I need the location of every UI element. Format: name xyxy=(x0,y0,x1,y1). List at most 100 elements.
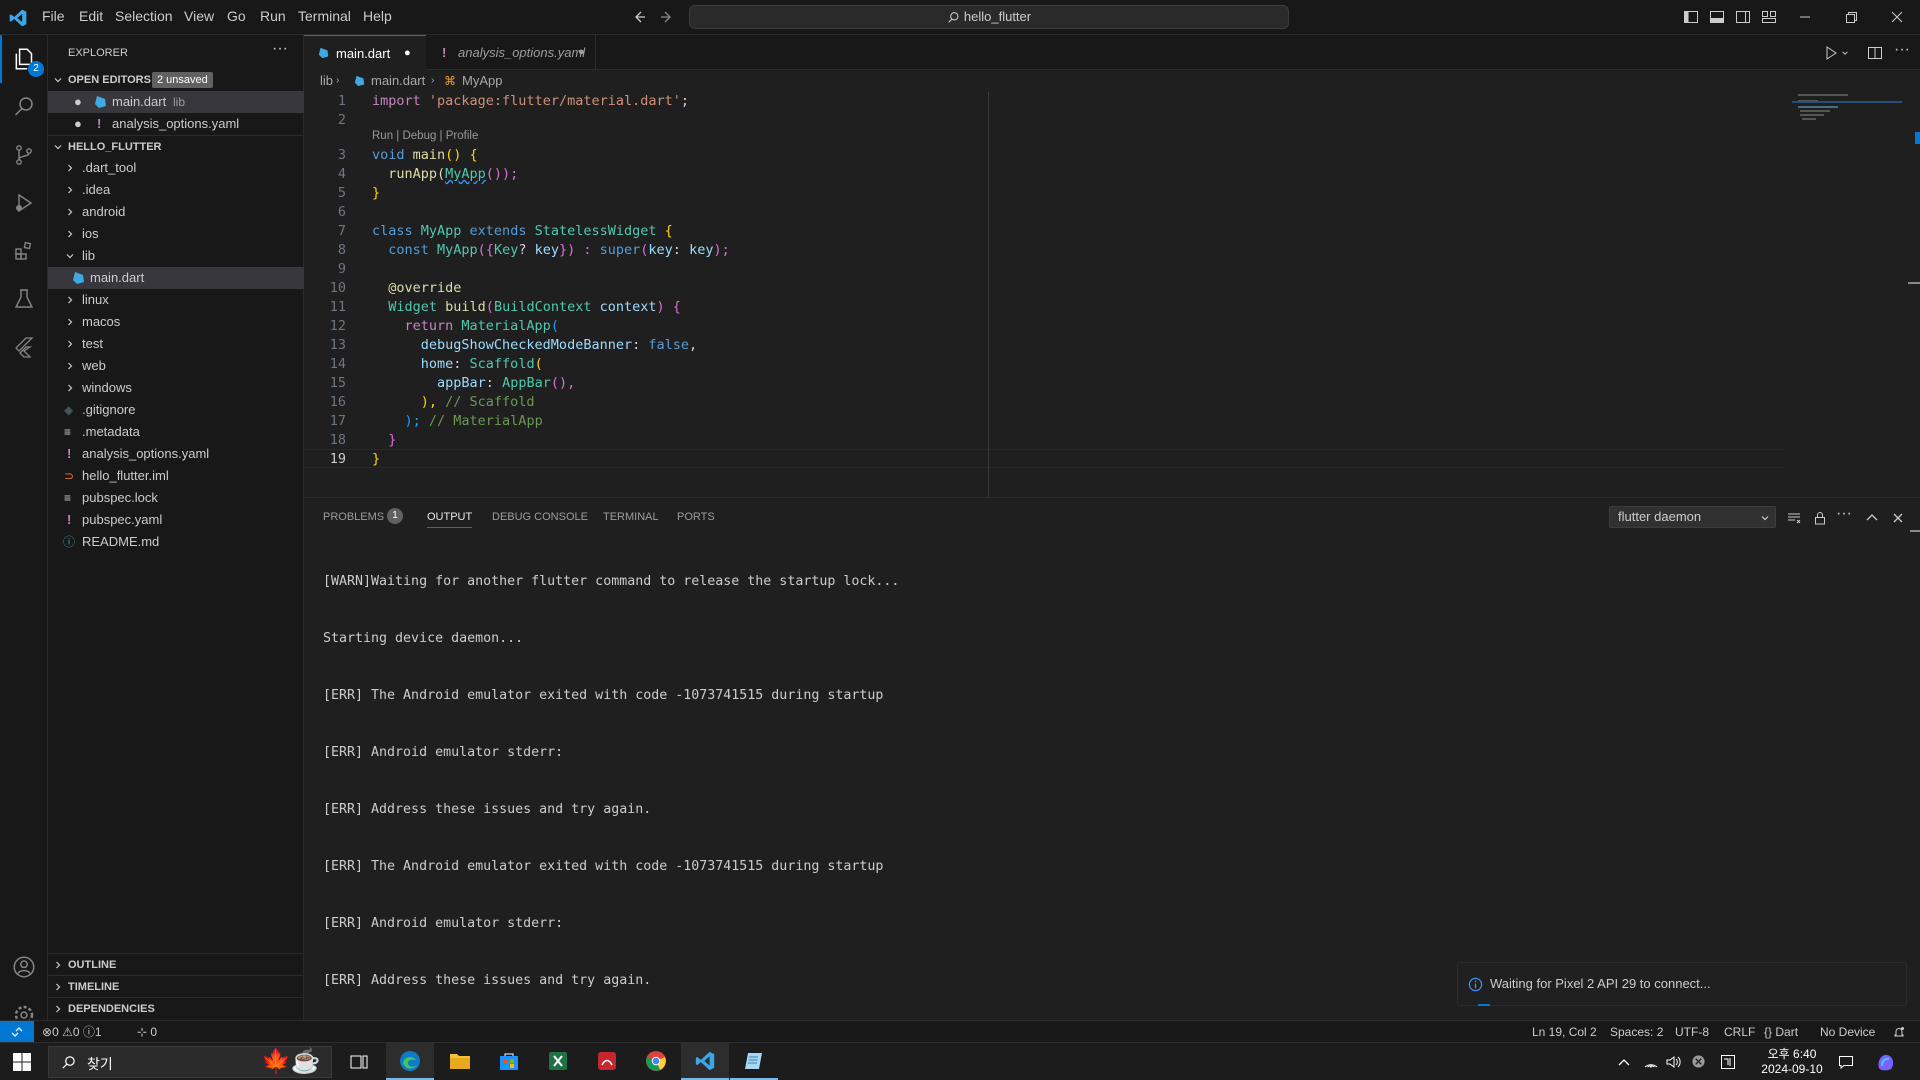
tree-item-dart-tool[interactable]: .dart_tool xyxy=(48,157,304,179)
output-log[interactable]: [WARN]Waiting for another flutter comman… xyxy=(323,534,899,1028)
clock-date[interactable]: 2024-09-10 xyxy=(1752,1062,1832,1076)
command-center-search[interactable]: hello_flutter xyxy=(689,5,1289,29)
taskbar-notes-app[interactable] xyxy=(730,1043,778,1080)
taskbar-edge[interactable] xyxy=(386,1043,434,1080)
volume-icon[interactable] xyxy=(1665,1054,1681,1070)
menu-run[interactable]: Run xyxy=(260,8,286,24)
tab-output[interactable]: OUTPUT xyxy=(427,511,473,528)
open-editor-analysis-options[interactable]: ● ! analysis_options.yaml xyxy=(48,113,304,135)
breadcrumb-lib[interactable]: lib xyxy=(320,70,333,92)
forward-arrow-icon[interactable] xyxy=(659,9,675,25)
tab-main-dart[interactable]: main.dart ● xyxy=(304,35,426,70)
menu-view[interactable]: View xyxy=(184,8,214,24)
cursor-position[interactable]: Ln 19, Col 2 xyxy=(1532,1021,1597,1043)
toggle-primary-sidebar-icon[interactable] xyxy=(1683,9,1699,25)
minimap[interactable] xyxy=(1792,92,1902,132)
unsaved-dot-icon[interactable]: ● xyxy=(578,35,585,70)
menu-edit[interactable]: Edit xyxy=(79,8,103,24)
toggle-secondary-sidebar-icon[interactable] xyxy=(1735,9,1751,25)
activity-extensions[interactable] xyxy=(0,227,48,275)
unsaved-dot-icon[interactable]: ● xyxy=(74,113,82,135)
encoding[interactable]: UTF-8 xyxy=(1675,1021,1709,1043)
tree-item-ios[interactable]: ios xyxy=(48,223,304,245)
activity-run-debug[interactable] xyxy=(0,179,48,227)
ports-status[interactable]: ⊹ 0 xyxy=(137,1021,157,1043)
activity-source-control[interactable] xyxy=(0,131,48,179)
unsaved-dot-icon[interactable]: ● xyxy=(74,91,82,113)
taskbar-search[interactable]: 찾기 🍁☕ xyxy=(48,1046,332,1078)
activity-explorer[interactable]: 2 xyxy=(0,35,48,83)
tab-debug-console[interactable]: DEBUG CONSOLE xyxy=(492,511,588,523)
bell-icon[interactable] xyxy=(1893,1026,1905,1038)
notification-toast[interactable]: Waiting for Pixel 2 API 29 to connect... xyxy=(1457,962,1907,1006)
taskbar-excel[interactable] xyxy=(534,1043,582,1080)
tree-item-idea[interactable]: .idea xyxy=(48,179,304,201)
taskbar-file-explorer[interactable] xyxy=(436,1043,484,1080)
tree-item-metadata[interactable]: ≡ .metadata xyxy=(48,421,304,443)
breadcrumb-file[interactable]: main.dart xyxy=(371,70,425,92)
tab-problems[interactable]: PROBLEMS xyxy=(323,511,384,523)
menu-file[interactable]: File xyxy=(42,8,65,24)
tray-overflow-chevron-icon[interactable] xyxy=(1618,1057,1630,1067)
tree-item-analysis-options[interactable]: ! analysis_options.yaml xyxy=(48,443,304,465)
open-editors-header[interactable]: OPEN EDITORS 2 unsaved xyxy=(48,69,304,91)
menu-selection[interactable]: Selection xyxy=(115,8,173,24)
taskbar-pdf-reader[interactable] xyxy=(583,1043,631,1080)
clear-output-icon[interactable] xyxy=(1786,510,1802,526)
remote-indicator[interactable] xyxy=(0,1021,34,1042)
tree-item-android[interactable]: android xyxy=(48,201,304,223)
tree-item-windows[interactable]: windows xyxy=(48,377,304,399)
language-mode[interactable]: {} Dart xyxy=(1764,1021,1798,1043)
output-channel-select[interactable]: flutter daemon xyxy=(1609,506,1776,528)
tab-terminal[interactable]: TERMINAL xyxy=(603,511,659,523)
tree-item-test[interactable]: test xyxy=(48,333,304,355)
action-center-icon[interactable] xyxy=(1838,1054,1854,1070)
tree-item-iml[interactable]: ⊃ hello_flutter.iml xyxy=(48,465,304,487)
tree-item-lib[interactable]: lib xyxy=(48,245,304,267)
tree-item-main-dart[interactable]: main.dart xyxy=(48,267,304,289)
activity-accounts[interactable] xyxy=(0,943,48,991)
copilot-icon[interactable] xyxy=(1876,1052,1896,1072)
breadcrumb-class[interactable]: MyApp xyxy=(462,70,502,92)
more-actions-icon[interactable]: ··· xyxy=(272,40,288,58)
tab-analysis-options[interactable]: ! analysis_options.yaml ● xyxy=(426,35,596,70)
device-selector[interactable]: No Device xyxy=(1820,1021,1875,1043)
task-view-icon[interactable] xyxy=(350,1054,368,1070)
toggle-panel-icon[interactable] xyxy=(1709,9,1725,25)
tree-item-readme[interactable]: ⓘ README.md xyxy=(48,531,304,553)
close-window-icon[interactable] xyxy=(1889,9,1905,25)
vscode-logo-icon[interactable] xyxy=(8,8,28,28)
indentation[interactable]: Spaces: 2 xyxy=(1610,1021,1663,1043)
more-actions-icon[interactable]: ··· xyxy=(1894,41,1910,59)
more-actions-icon[interactable]: ··· xyxy=(1836,505,1852,523)
taskbar-chrome[interactable] xyxy=(632,1043,680,1080)
code-editor[interactable]: 1 2 3 4 5 6 7 8 9 10 11 12 13 14 15 16 1… xyxy=(304,92,1920,497)
chevron-down-icon[interactable] xyxy=(1841,49,1849,57)
clock-time[interactable]: 오후 6:40 xyxy=(1757,1045,1827,1062)
problems-status[interactable]: ⊗0 ⚠0 ⓘ1 xyxy=(42,1021,102,1043)
line-ending[interactable]: CRLF xyxy=(1724,1021,1755,1043)
menu-go[interactable]: Go xyxy=(227,8,246,24)
run-file-icon[interactable] xyxy=(1824,45,1840,61)
back-arrow-icon[interactable] xyxy=(631,9,647,25)
project-header[interactable]: HELLO_FLUTTER xyxy=(48,135,304,157)
menu-help[interactable]: Help xyxy=(363,8,392,24)
tree-item-pubspec-yaml[interactable]: ! pubspec.yaml xyxy=(48,509,304,531)
windows-start-icon[interactable] xyxy=(13,1053,31,1071)
split-editor-icon[interactable] xyxy=(1867,45,1883,61)
unsaved-dot-icon[interactable]: ● xyxy=(404,36,411,71)
outline-section[interactable]: OUTLINE xyxy=(48,953,304,975)
activity-flutter[interactable] xyxy=(0,323,48,371)
activity-testing[interactable] xyxy=(0,275,48,323)
tree-item-macos[interactable]: macos xyxy=(48,311,304,333)
maximize-panel-icon[interactable] xyxy=(1864,510,1880,526)
dependencies-section[interactable]: DEPENDENCIES xyxy=(48,997,304,1019)
customize-layout-icon[interactable] xyxy=(1761,9,1777,25)
input-method-icon[interactable] xyxy=(1720,1054,1736,1070)
tree-item-pubspec-lock[interactable]: ≡ pubspec.lock xyxy=(48,487,304,509)
taskbar-store[interactable] xyxy=(485,1043,533,1080)
menu-terminal[interactable]: Terminal xyxy=(298,8,351,24)
tab-ports[interactable]: PORTS xyxy=(677,511,715,523)
minimize-icon[interactable] xyxy=(1797,9,1813,25)
network-icon[interactable] xyxy=(1643,1054,1659,1070)
